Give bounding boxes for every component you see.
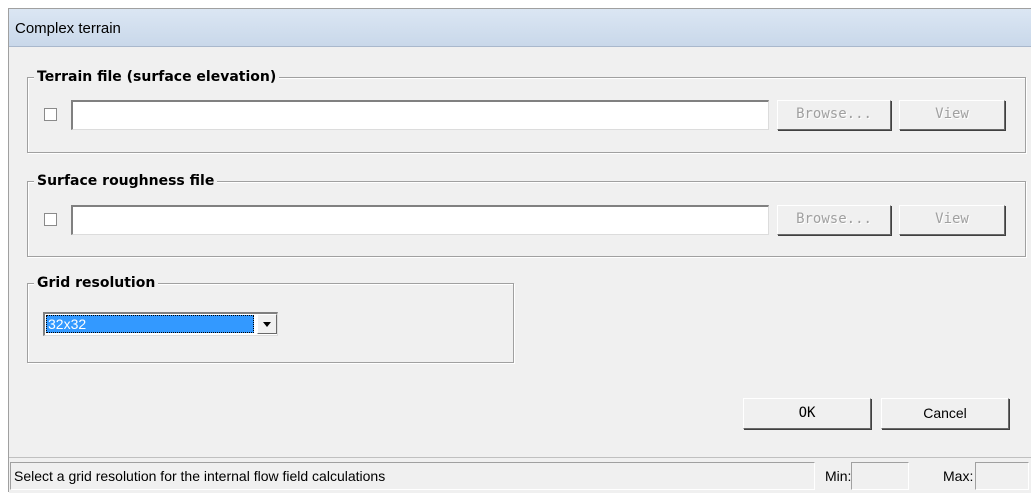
cancel-button[interactable]: Cancel [881, 398, 1009, 429]
title-bar[interactable]: Complex terrain [9, 9, 1031, 47]
grid-resolution-select[interactable]: 32x32 [43, 312, 278, 336]
ok-button-label: OK [799, 405, 816, 421]
status-max-value [975, 462, 1029, 490]
roughness-view-button[interactable]: View [899, 205, 1005, 235]
status-message: Select a grid resolution for the interna… [10, 462, 815, 490]
roughness-browse-button[interactable]: Browse... [777, 205, 891, 235]
terrain-file-checkbox[interactable] [44, 108, 57, 121]
complex-terrain-window: Complex terrain Terrain file (surface el… [8, 8, 1031, 492]
grid-resolution-dropdown-button[interactable] [257, 314, 277, 334]
surface-roughness-checkbox[interactable] [44, 213, 57, 226]
terrain-file-legend: Terrain file (surface elevation) [34, 68, 279, 86]
status-max-label: Max: [943, 463, 973, 489]
status-min-value [851, 462, 909, 490]
chevron-down-icon [263, 322, 271, 327]
roughness-browse-label: Browse... [796, 211, 872, 227]
terrain-view-label: View [935, 106, 969, 122]
roughness-view-label: View [935, 211, 969, 227]
grid-resolution-legend: Grid resolution [34, 274, 158, 292]
terrain-view-button[interactable]: View [899, 100, 1005, 130]
terrain-file-path-input[interactable] [71, 100, 769, 130]
surface-roughness-path-input[interactable] [71, 205, 769, 235]
status-min-label: Min: [825, 463, 851, 489]
window-title: Complex terrain [15, 20, 121, 37]
terrain-browse-button[interactable]: Browse... [777, 100, 891, 130]
grid-resolution-selected-value: 32x32 [46, 315, 254, 333]
ok-button[interactable]: OK [743, 398, 871, 429]
cancel-button-label: Cancel [923, 405, 967, 421]
surface-roughness-legend: Surface roughness file [34, 172, 217, 190]
terrain-browse-label: Browse... [796, 106, 872, 122]
status-bar: Select a grid resolution for the interna… [9, 457, 1031, 493]
